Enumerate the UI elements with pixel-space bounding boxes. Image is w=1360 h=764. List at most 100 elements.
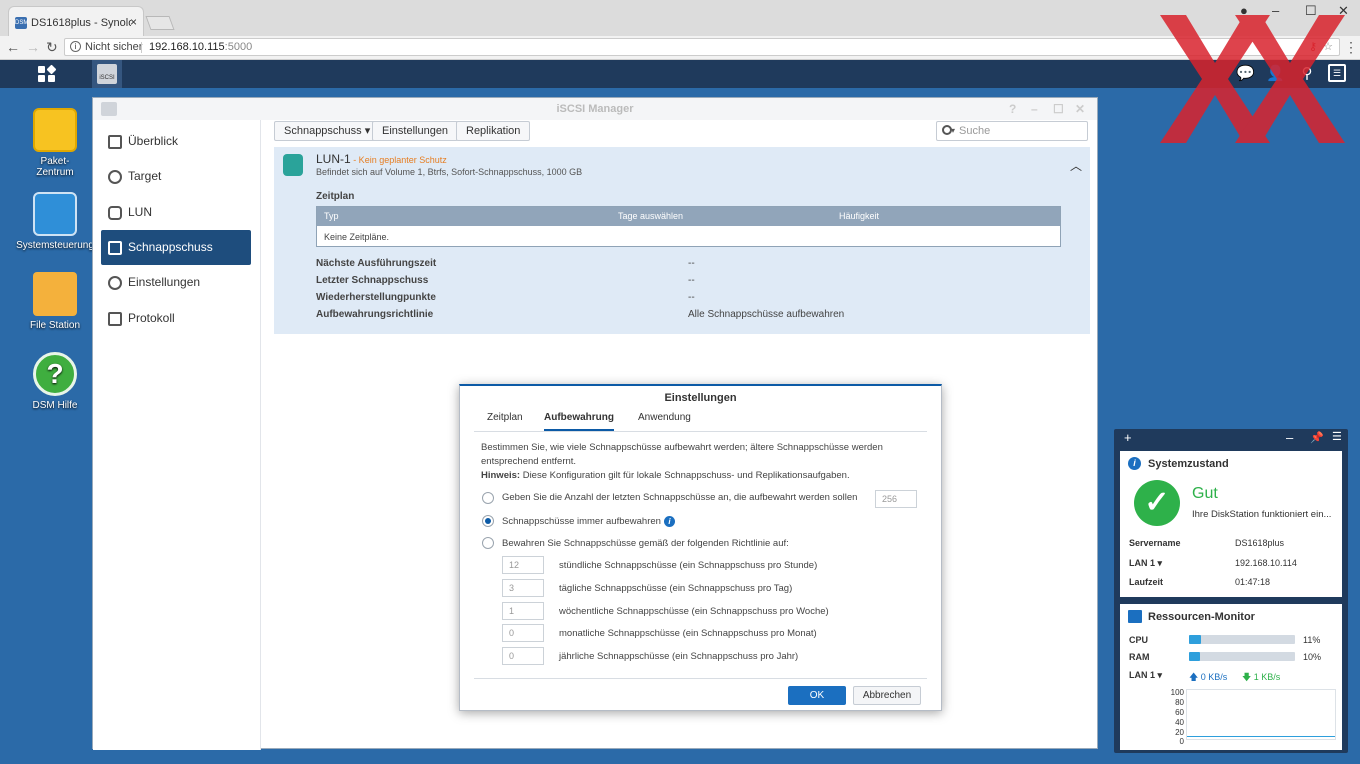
ram-value: 10% [1303,652,1322,662]
y-tick: 40 [1175,718,1184,727]
main-menu-icon[interactable] [38,64,57,82]
option-keep-policy-label: Bewahren Sie Schnappschüsse gemäß der fo… [502,538,789,549]
yearly-count-input[interactable]: 0 [502,647,544,665]
sidebar-item-overview[interactable]: Überblick [101,124,251,159]
sidebar-item-lun[interactable]: LUN [101,195,251,230]
sidebar-item-target[interactable]: Target [101,159,251,194]
ok-button[interactable]: OK [788,686,846,705]
detail-key: Letzter Schnappschuss [316,275,429,286]
table-header: Typ Tage auswählen Häufigkeit [317,207,1060,226]
browser-tab-title: DS1618plus - Synology D [31,17,131,29]
info-icon[interactable]: i [664,516,675,527]
row-key: Servername [1129,538,1181,548]
window-titlebar[interactable]: iSCSI Manager ? – ☐ ✕ [93,98,1097,120]
search-input[interactable]: ▾ Suche [936,121,1088,141]
lan-dropdown[interactable]: LAN 1 ▾ [1129,558,1162,569]
sidebar-item-label: Überblick [128,134,179,148]
replication-button[interactable]: Replikation [456,121,531,141]
radio-keep-all[interactable] [482,515,494,527]
option-keep-all-label: Schnappschüsse immer aufbewahren [502,516,661,527]
system-health-widget: i Systemzustand ✓ Gut Ihre DiskStation f… [1120,451,1342,597]
desktop-icon-dsm-help[interactable]: ? DSM Hilfe [13,352,97,411]
info-icon: i [1128,457,1141,470]
settings-dialog: Einstellungen Zeitplan Aufbewahrung Anwe… [459,384,942,711]
sidebar-item-label: Einstellungen [128,275,201,289]
sidebar-item-settings[interactable]: Einstellungen [101,265,251,300]
widget-panel: + – 📌 ☰ i Systemzustand ✓ Gut Ihre DiskS… [1114,429,1348,753]
detail-key: Nächste Ausführungszeit [316,258,437,269]
not-secure-label: Nicht sicher [85,41,143,53]
info-icon[interactable]: i [70,41,81,52]
minimize-window-icon[interactable]: – [1031,98,1038,120]
settings-button[interactable]: Einstellungen [372,121,459,141]
pin-icon[interactable]: 📌 [1310,431,1324,444]
caret-down-icon: ▾ [364,125,371,137]
browser-menu-icon[interactable]: ⋮ [1344,39,1358,56]
new-tab-button[interactable] [145,16,175,30]
back-icon[interactable]: ← [6,39,20,55]
desktop-icon-control-panel[interactable]: Systemsteuerung [13,192,97,251]
detail-key: Aufbewahrungsrichtlinie [316,309,434,320]
latest-count-input[interactable]: 256 [875,490,917,508]
reload-icon[interactable]: ↻ [46,39,58,56]
taskbar-iscsi-manager[interactable]: iSCSI [92,60,122,88]
watermark-logo [1160,15,1345,143]
close-tab-icon[interactable]: × [130,15,137,29]
url-bar[interactable]: i Nicht sicher 192.168.10.115:5000 ⚷ ☆ [64,38,1340,56]
forward-icon[interactable]: → [26,39,40,55]
cpu-label: CPU [1129,635,1149,645]
cpu-bar-fill [1189,635,1201,644]
lun-snapshot-panel[interactable]: LUN-1 - Kein geplanter Schutz Befindet s… [274,147,1090,334]
desktop-icon-package-center[interactable]: Paket- Zentrum [13,108,97,178]
row-value: 192.168.10.114 [1235,558,1297,568]
tab-schedule[interactable]: Zeitplan [487,412,523,429]
overview-icon [108,135,122,149]
description-line-1: Bestimmen Sie, wie viele Schnappschüsse … [481,442,883,453]
row-key: Laufzeit [1129,577,1164,587]
browser-tab[interactable]: DSM DS1618plus - Synology D × [8,6,144,36]
file-station-icon [33,272,77,316]
footer-divider [474,678,927,679]
tab-application[interactable]: Anwendung [638,412,691,429]
dialog-title: Einstellungen [664,392,737,404]
lan-dropdown[interactable]: LAN 1 ▾ [1129,670,1162,681]
desktop-icon-file-station[interactable]: File Station [13,272,97,331]
sidebar-item-label: Target [128,169,162,183]
close-window-icon[interactable]: ✕ [1075,98,1085,120]
tab-retention[interactable]: Aufbewahrung [544,412,614,431]
lun-subtitle: Befindet sich auf Volume 1, Btrfs, Sofor… [316,167,583,177]
upload-speed: 🡅 0 KB/s [1189,672,1228,682]
lun-title: LUN-1 - Kein geplanter Schutz [316,152,447,166]
collapse-chevron-icon[interactable]: ︿ [1070,157,1082,174]
add-widget-icon[interactable]: + [1124,430,1132,445]
cancel-button[interactable]: Abbrechen [853,686,921,705]
download-arrow-icon: 🡇 [1242,672,1252,682]
column-header: Tage auswählen [618,211,684,221]
yearly-label: jährliche Schnappschüsse (ein Schnappsch… [559,651,799,662]
network-graph-line [1187,736,1335,737]
y-tick: 80 [1175,698,1184,707]
detail-key: Wiederherstellungpunkte [316,292,436,303]
monthly-count-input[interactable]: 0 [502,624,544,642]
daily-count-input[interactable]: 3 [502,579,544,597]
maximize-window-icon[interactable]: ☐ [1053,98,1064,120]
ram-label: RAM [1129,652,1150,662]
snapshot-menu-button[interactable]: Schnappschuss ▾ [274,121,381,141]
radio-keep-policy[interactable] [482,537,494,549]
tab-divider [474,431,927,432]
lun-name: LUN-1 [316,152,351,166]
help-window-icon[interactable]: ? [1009,98,1016,120]
detail-value: -- [688,292,695,303]
schedule-heading: Zeitplan [316,191,355,202]
sidebar-item-snapshot[interactable]: Schnappschuss [101,230,251,265]
widget-title: Systemzustand [1148,458,1229,470]
radio-keep-latest[interactable] [482,492,494,504]
sidebar-item-log[interactable]: Protokoll [101,301,251,336]
minimize-widget-icon[interactable]: – [1286,430,1293,445]
widget-menu-icon[interactable]: ☰ [1332,430,1342,443]
hourly-count-input[interactable]: 12 [502,556,544,574]
cpu-value: 11% [1303,635,1321,645]
widget-title: Ressourcen-Monitor [1148,611,1255,623]
weekly-count-input[interactable]: 1 [502,602,544,620]
dsm-taskbar [0,60,1360,88]
